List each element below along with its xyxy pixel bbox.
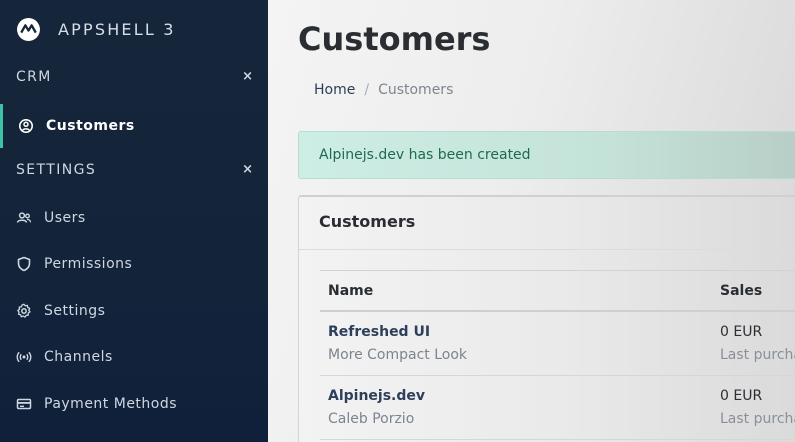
card-divider: [299, 249, 795, 250]
success-alert: Alpinejs.dev has been created: [298, 131, 795, 179]
shield-icon: [17, 256, 31, 272]
customer-last-purchase: Last purchas: [720, 347, 795, 363]
sidebar-item-label: Payment Methods: [44, 396, 178, 412]
table-header: Name Sales: [320, 270, 795, 312]
sidebar-item-settings[interactable]: Settings: [0, 289, 268, 333]
card-title: Customers: [319, 212, 416, 231]
sidebar-item-label: Customers: [46, 118, 135, 134]
breadcrumb-separator: /: [364, 82, 370, 98]
customer-sales: 0 EUR: [720, 388, 763, 404]
customers-card: Customers Name Sales Refreshed UI More C…: [298, 195, 795, 442]
customer-name-link[interactable]: Alpinejs.dev: [328, 388, 425, 404]
table-row[interactable]: Refreshed UI More Compact Look 0 EUR Las…: [320, 312, 795, 376]
gear-icon: [17, 303, 31, 318]
customers-icon: [19, 119, 33, 133]
breadcrumb: Home / Customers: [314, 82, 453, 98]
section-label-crm: CRM: [16, 69, 52, 85]
page-title: Customers: [298, 20, 491, 58]
customer-name-link[interactable]: Refreshed UI: [328, 324, 430, 340]
customer-subtitle: Caleb Porzio: [328, 411, 415, 427]
sidebar-item-payment-methods[interactable]: Payment Methods: [0, 382, 268, 426]
customer-subtitle: More Compact Look: [328, 347, 468, 363]
users-icon: [16, 212, 32, 223]
app-name: APPSHELL 3: [58, 19, 176, 39]
section-label-settings: SETTINGS: [16, 162, 97, 178]
breadcrumb-current: Customers: [378, 82, 454, 98]
sidebar: APPSHELL 3 CRM × Customers SETTINGS × Us…: [0, 0, 268, 442]
table-row[interactable]: Alpinejs.dev Caleb Porzio 0 EUR Last pur…: [320, 376, 795, 440]
sidebar-item-channels[interactable]: Channels: [0, 335, 268, 379]
sidebar-item-label: Settings: [44, 303, 106, 319]
breadcrumb-home-link[interactable]: Home: [314, 82, 355, 98]
customer-sales: 0 EUR: [720, 324, 763, 340]
appshell-logo-icon: [17, 17, 40, 41]
sidebar-item-permissions[interactable]: Permissions: [0, 242, 268, 286]
sidebar-item-label: Channels: [44, 349, 113, 365]
customers-table: Name Sales Refreshed UI More Compact Loo…: [320, 270, 795, 440]
sidebar-item-label: Users: [44, 210, 86, 226]
brand[interactable]: APPSHELL 3: [16, 16, 176, 42]
section-crm: CRM ×: [0, 66, 268, 90]
sidebar-item-label: Permissions: [44, 256, 133, 272]
section-toggle-crm[interactable]: ×: [242, 69, 253, 84]
alert-message: Alpinejs.dev has been created: [319, 147, 531, 163]
customer-last-purchase: Last purchas: [720, 411, 795, 427]
sidebar-item-customers[interactable]: Customers: [0, 104, 268, 148]
section-settings: SETTINGS ×: [0, 159, 268, 183]
sidebar-item-users[interactable]: Users: [0, 196, 268, 240]
credit-card-icon: [16, 398, 32, 410]
broadcast-icon: [16, 351, 32, 363]
section-toggle-settings[interactable]: ×: [242, 162, 253, 177]
column-header-name[interactable]: Name: [328, 283, 373, 299]
main-content: Customers Home / Customers Alpinejs.dev …: [268, 0, 795, 442]
column-header-sales[interactable]: Sales: [720, 283, 762, 299]
